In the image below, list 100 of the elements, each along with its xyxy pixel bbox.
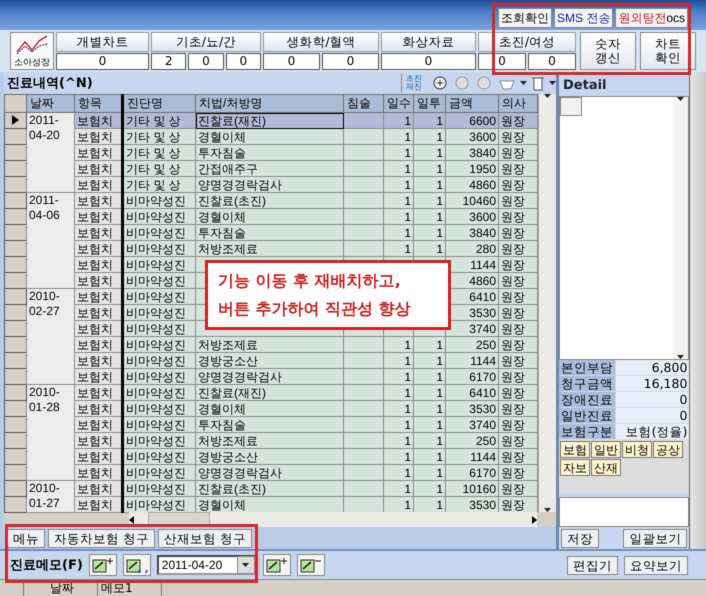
bottom-tab[interactable]: 메뉴 [7,528,45,548]
table-cell: 2011-04-20 [26,112,74,192]
table-cell: 1 [414,160,446,176]
column-header[interactable]: 항목 [74,94,122,112]
table-cell: 경혈이체 [196,400,344,416]
table-cell: 4860 [446,176,498,192]
memo-button[interactable]: 요약보기 [624,556,688,574]
table-cell: 1 [414,128,446,144]
header-button[interactable]: SMS 전송 [554,8,614,28]
action-button[interactable]: 차트 확인 [640,32,696,70]
table-cell: 비마약성진 [122,224,196,240]
table-cell: 3600 [446,128,498,144]
table-cell: 1 [384,160,414,176]
table-cell: 비마약성진 [122,368,196,384]
header-button[interactable]: 원외탕전ocs [615,8,688,28]
count-field: 0 [528,53,576,70]
table-cell: 보험치 [74,208,122,224]
table-cell: 비마약성진 [122,256,196,272]
table-cell: 1 [384,208,414,224]
action-button[interactable]: 숫자 갱신 [580,32,636,70]
table-cell: 진찰료(재진) [196,112,344,128]
insurance-button[interactable]: 산재 [591,459,621,476]
column-header[interactable]: 의사 [498,94,538,112]
growth-chart-button[interactable]: 소아성장 [10,32,54,70]
table-cell: 비마약성진 [122,288,196,304]
header-button[interactable]: 조회확인 [498,8,552,28]
table-cell: 1 [414,192,446,208]
table-cell: 원장 [498,432,538,448]
section-title: 진료내역(^N) [7,75,93,92]
visit-toggle-button[interactable]: 초진 재진 [401,74,428,92]
table-cell: 2011-04-06 [26,192,74,288]
column-header[interactable]: 날짜 [24,580,98,596]
table-cell: 양명경경락검사 [196,464,344,480]
table-cell: 경방궁소산 [196,352,344,368]
table-cell: 1 [384,416,414,432]
table-cell: 비마약성진 [122,320,196,336]
table-cell: 1 [384,368,414,384]
column-header[interactable]: 진단명 [122,94,196,112]
table-cell: 보험치 [74,464,122,480]
column-header[interactable]: 침술 [344,94,384,112]
column-header[interactable]: 일수 [384,94,414,112]
column-header[interactable]: 날짜 [26,94,74,112]
summary-label: 본인부담 [559,360,615,375]
table-cell: 양명경경락검사 [196,368,344,384]
table-cell: 1 [414,336,446,352]
table-cell: 보험치 [74,224,122,240]
insurance-button[interactable]: 일반 [591,441,621,458]
table-cell: 보험치 [74,112,122,128]
date-field[interactable]: 2011-04-20 [156,555,257,575]
table-cell: 1 [414,208,446,224]
table-cell: 1 [384,400,414,416]
insurance-button[interactable]: 자보 [560,459,590,476]
chart-tab[interactable]: 개별차트 [56,32,149,52]
table-cell: 비마약성진 [122,384,196,400]
summary-value: 6,800 [616,360,690,375]
bottom-tab[interactable]: 산재보험 청구 [158,528,252,548]
memo-button[interactable]: 편집기 [567,556,618,574]
column-header[interactable]: 금액 [446,94,498,112]
table-cell: 1 [414,144,446,160]
table-cell: 1 [414,400,446,416]
bottom-tab[interactable]: 자동차보험 청구 [48,528,155,548]
chart-tab[interactable]: 기초/뇨/간 [151,32,261,52]
table-cell: 비마약성진 [122,480,196,496]
chart-tab[interactable]: 초진/여성 [478,32,576,52]
column-header[interactable]: 일투 [414,94,446,112]
table-cell: 보험치 [74,480,122,496]
table-cell: 1 [384,192,414,208]
detail-button[interactable]: 일괄보기 [623,528,688,548]
table-cell: 1 [414,112,446,128]
table-cell: 1 [414,352,446,368]
table-cell: 비마약성진 [122,240,196,256]
column-header[interactable]: 메모1 [98,580,162,596]
insurance-button[interactable]: 보험 [560,441,590,458]
table-cell: 1 [384,384,414,400]
table-cell: 원장 [498,496,538,512]
table-cell: 기타 및 상 [122,144,196,160]
table-cell: 비마약성진 [122,448,196,464]
table-cell: 3740 [446,416,498,432]
table-cell: 비마약성진 [122,192,196,208]
table-cell: 보험치 [74,400,122,416]
detail-button[interactable]: 저장 [561,528,599,548]
table-cell: 비마약성진 [122,272,196,288]
table-cell: 1 [384,352,414,368]
chart-tab[interactable]: 화상자료 [381,32,476,52]
table-cell: 1144 [446,448,498,464]
table-cell: 원장 [498,320,538,336]
table-cell: 투자침술 [196,416,344,432]
table-cell: 처방조제료 [196,432,344,448]
insurance-button[interactable]: 비청 [622,441,652,458]
table-cell: 1 [384,336,414,352]
table-cell: 보험치 [74,320,122,336]
table-cell: 투자침술 [196,224,344,240]
table-cell: 원장 [498,400,538,416]
column-header[interactable]: 치법/처방명 [196,94,344,112]
table-cell: 비마약성진 [122,496,196,512]
table-cell: 기타 및 상 [122,128,196,144]
table-cell: 1 [414,176,446,192]
table-cell: 보험치 [74,288,122,304]
chart-tab[interactable]: 생화학/혈액 [263,32,379,52]
insurance-button[interactable]: 공상 [653,441,683,458]
